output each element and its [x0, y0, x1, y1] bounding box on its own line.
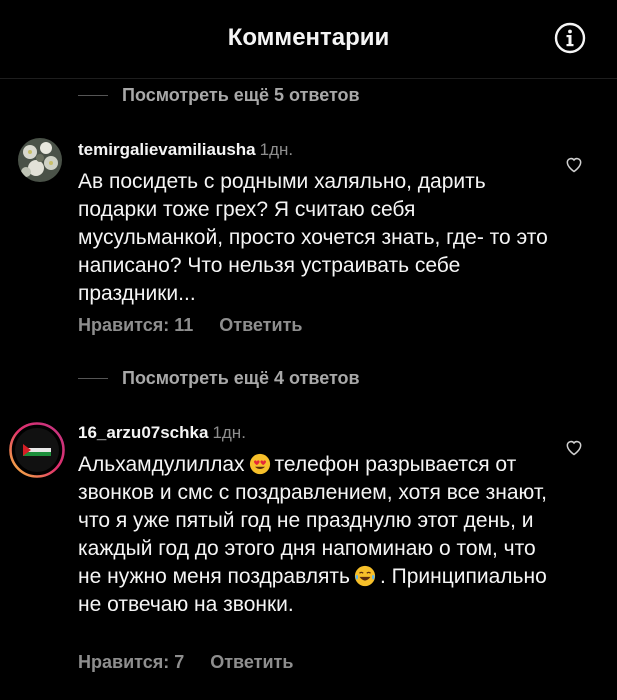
heart-icon[interactable] [564, 437, 584, 457]
comment-text-part: Альхамдулиллах [78, 453, 245, 476]
view-more-replies-button[interactable]: Посмотреть ещё 4 ответов [78, 368, 360, 389]
avatar[interactable] [18, 138, 62, 182]
username[interactable]: 16_arzu07schka [78, 423, 208, 442]
divider-line [78, 378, 108, 379]
divider-line [78, 95, 108, 96]
timestamp: 1дн. [212, 423, 246, 442]
timestamp: 1дн. [259, 140, 294, 159]
comment-actions: Нравится: 7 Ответить [78, 652, 319, 673]
tears-of-joy-emoji-icon [354, 565, 376, 587]
reply-button[interactable]: Ответить [210, 652, 293, 672]
username[interactable]: temirgalievamiliausha [78, 140, 256, 159]
comment-header: temirgalievamiliausha 1дн. [78, 140, 293, 160]
flower-avatar-image [18, 138, 62, 182]
page-title: Комментарии [227, 24, 390, 51]
likes-count[interactable]: Нравится: 7 [78, 652, 184, 672]
reply-button[interactable]: Ответить [219, 315, 302, 335]
avatar[interactable] [9, 422, 65, 478]
view-more-replies-button[interactable]: Посмотреть ещё 5 ответов [78, 85, 360, 106]
comment-header: 16_arzu07schka 1дн. [78, 423, 246, 443]
story-ring-avatar-image [9, 422, 65, 478]
info-icon[interactable] [554, 22, 586, 54]
comment-text: Альхамдулиллах телефон разрывается от зв… [78, 451, 548, 619]
view-more-replies-label: Посмотреть ещё 4 ответов [122, 368, 360, 388]
comment-actions: Нравится: 11 Ответить [78, 315, 328, 336]
comment-text: Ав посидеть с родными халяльно, дарить п… [78, 170, 548, 305]
header: Комментарии [0, 0, 617, 79]
heart-eyes-emoji-icon [249, 453, 270, 475]
likes-count[interactable]: Нравится: 11 [78, 315, 193, 335]
heart-icon[interactable] [564, 154, 584, 174]
view-more-replies-label: Посмотреть ещё 5 ответов [122, 85, 360, 105]
